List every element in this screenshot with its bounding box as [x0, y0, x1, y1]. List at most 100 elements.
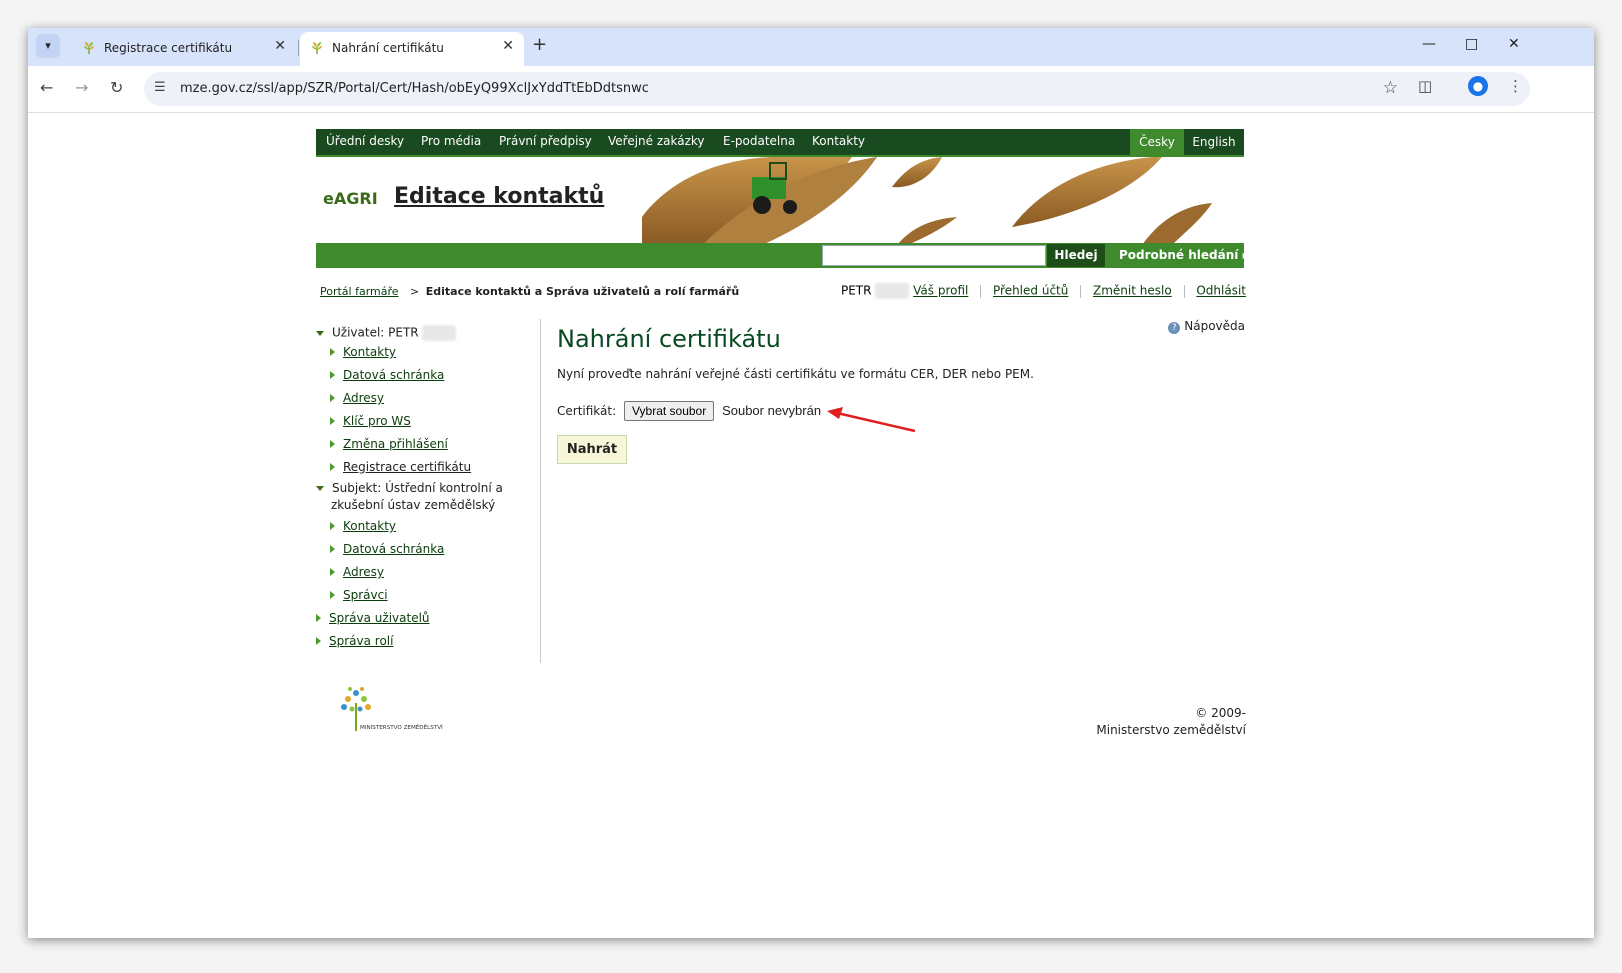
- divider: [1080, 284, 1082, 298]
- menu-item-label[interactable]: Správa rolí: [329, 634, 393, 648]
- content-title: Nahrání certifikátu: [557, 325, 781, 353]
- menu-item-zmena-prihlaseni[interactable]: Změna přihlášení: [330, 437, 448, 451]
- arrow-right-icon[interactable]: →: [75, 78, 88, 97]
- eagri-logo[interactable]: eAGRI: [323, 189, 378, 208]
- lang-cesky[interactable]: Česky: [1130, 129, 1184, 155]
- url-text[interactable]: mze.gov.cz/ssl/app/SZR/Portal/Cert/Hash/…: [180, 81, 649, 96]
- advanced-search-link[interactable]: Podrobné hledání ▸: [1119, 248, 1249, 262]
- menu-item-label[interactable]: Datová schránka: [343, 368, 444, 382]
- file-status: Soubor nevybrán: [722, 403, 822, 418]
- arrow-left-icon[interactable]: ←: [40, 78, 53, 97]
- minimize-icon[interactable]: —: [1422, 36, 1436, 52]
- close-icon[interactable]: ✕: [502, 38, 514, 54]
- menu-item-label[interactable]: Správa uživatelů: [329, 611, 430, 625]
- menu-subject-section[interactable]: Subjekt: Ústřední kontrolní a: [316, 481, 503, 495]
- close-icon[interactable]: ✕: [274, 38, 286, 54]
- menu-item-label[interactable]: Registrace certifikátu: [343, 460, 471, 474]
- nav-e-podatelna[interactable]: E-podatelna: [723, 134, 795, 148]
- menu-item-datova-schranka[interactable]: Datová schránka: [330, 368, 444, 382]
- breadcrumb-current: Editace kontaktů a Správa uživatelů a ro…: [425, 285, 740, 298]
- menu-item-datova-schranka-subjekt[interactable]: Datová schránka: [330, 542, 444, 556]
- tab-search-button[interactable]: ▾: [36, 34, 60, 58]
- redacted-name: [875, 283, 910, 299]
- user-name: PETR: [840, 283, 872, 298]
- menu-item-spravci[interactable]: Správci: [330, 588, 388, 602]
- link-zmenit-heslo[interactable]: Změnit heslo: [1093, 284, 1172, 298]
- nav-uredni-desky[interactable]: Úřední desky: [326, 134, 404, 148]
- subject-label-line-2: zkušební ústav zemědělský: [331, 498, 495, 512]
- annotation-arrow-icon: [827, 407, 916, 433]
- caret-right-icon: [316, 614, 321, 622]
- menu-item-label[interactable]: Kontakty: [343, 519, 396, 533]
- choose-file-button[interactable]: Vybrat soubor: [623, 401, 715, 421]
- copyright-year: © 2009-: [1195, 706, 1246, 720]
- menu-item-label[interactable]: Adresy: [343, 391, 384, 405]
- plus-icon[interactable]: +: [532, 34, 547, 55]
- menu-item-registrace-certifikatu[interactable]: Registrace certifikátu: [330, 460, 471, 474]
- footer-logo-text: MINISTERSTVO ZEMĚDĚLSTVÍ: [360, 723, 443, 731]
- tab-nahrani-certifikatu[interactable]: Nahrání certifikátu ✕: [300, 32, 524, 66]
- reload-icon[interactable]: ↻: [110, 78, 123, 97]
- kebab-menu-icon[interactable]: ⋮: [1508, 77, 1523, 95]
- ministry-tree-logo: MINISTERSTVO ZEMĚDĚLSTVÍ: [341, 687, 443, 731]
- help-icon: ?: [1168, 322, 1181, 334]
- nav-pro-media[interactable]: Pro média: [421, 134, 481, 148]
- menu-divider: [540, 319, 541, 663]
- breadcrumb: Portál farmáře > Editace kontaktů a Sprá…: [320, 285, 739, 298]
- link-odhlasit[interactable]: Odhlásit: [1196, 284, 1246, 298]
- menu-item-label[interactable]: Klíč pro WS: [343, 414, 411, 428]
- close-window-icon[interactable]: ✕: [1508, 36, 1520, 52]
- upload-button[interactable]: Nahrát: [557, 435, 627, 464]
- tab-registrace-certifikatu[interactable]: Registrace certifikátu ✕: [72, 32, 296, 66]
- puzzle-icon[interactable]: ◫: [1418, 77, 1432, 95]
- copyright-org: Ministerstvo zemědělství: [1096, 723, 1246, 737]
- caret-right-icon: [330, 568, 335, 576]
- tab-title: Nahrání certifikátu: [332, 41, 444, 55]
- menu-item-sprava-uzivatelu[interactable]: Správa uživatelů: [316, 611, 430, 625]
- menu-user-section[interactable]: Uživatel: PETR: [316, 325, 457, 341]
- search-input[interactable]: [822, 245, 1046, 266]
- menu-item-kontakty[interactable]: Kontakty: [330, 345, 396, 359]
- menu-item-kontakty-subjekt[interactable]: Kontakty: [330, 519, 396, 533]
- link-prehled-uctu[interactable]: Přehled účtů: [993, 284, 1068, 298]
- page-title[interactable]: Editace kontaktů: [394, 184, 604, 209]
- address-bar[interactable]: ☰ mze.gov.cz/ssl/app/SZR/Portal/Cert/Has…: [144, 72, 1530, 106]
- certificate-file-row: Certifikát: Vybrat soubor Soubor nevybrá…: [557, 401, 821, 421]
- menu-item-klic-pro-ws[interactable]: Klíč pro WS: [330, 414, 411, 428]
- search-button[interactable]: Hledej: [1047, 244, 1105, 267]
- help-link[interactable]: ? Nápověda: [1168, 319, 1245, 334]
- breadcrumb-portal-farmare[interactable]: Portál farmáře: [320, 285, 399, 298]
- maximize-icon[interactable]: □: [1465, 36, 1478, 52]
- menu-item-sprava-roli[interactable]: Správa rolí: [316, 634, 393, 648]
- divider: [1183, 284, 1185, 298]
- top-navigation: Úřední desky Pro média Právní předpisy V…: [316, 129, 1244, 155]
- advanced-search-label: Podrobné hledání: [1119, 248, 1239, 262]
- lang-english[interactable]: English: [1184, 129, 1244, 155]
- menu-item-label[interactable]: Datová schránka: [343, 542, 444, 556]
- menu-item-label[interactable]: Správci: [343, 588, 388, 602]
- help-label: Nápověda: [1184, 319, 1245, 333]
- tab-separator: [298, 40, 299, 56]
- menu-item-adresy[interactable]: Adresy: [330, 391, 384, 405]
- page-viewport: Úřední desky Pro média Právní předpisy V…: [28, 113, 1594, 938]
- menu-item-label[interactable]: Kontakty: [343, 345, 396, 359]
- tab-title: Registrace certifikátu: [104, 41, 233, 55]
- caret-right-icon: [330, 394, 335, 402]
- divider: [980, 284, 982, 298]
- menu-item-label[interactable]: Změna přihlášení: [343, 437, 448, 451]
- star-icon[interactable]: ☆: [1383, 78, 1398, 98]
- caret-right-icon: [330, 440, 335, 448]
- tab-strip: ▾ Registrace certifikátu ✕ Nahrání certi…: [28, 28, 1594, 66]
- nav-verejne-zakazky[interactable]: Veřejné zakázky: [608, 134, 705, 148]
- menu-item-adresy-subjekt[interactable]: Adresy: [330, 565, 384, 579]
- link-vas-profil[interactable]: Váš profil: [913, 284, 968, 298]
- caret-right-icon: [330, 591, 335, 599]
- chevron-right-icon: ▸: [1242, 248, 1249, 262]
- nav-pravni-predpisy[interactable]: Právní předpisy: [499, 134, 592, 148]
- person-icon[interactable]: ●: [1468, 76, 1488, 96]
- caret-right-icon: [330, 371, 335, 379]
- menu-item-label[interactable]: Adresy: [343, 565, 384, 579]
- nav-kontakty[interactable]: Kontakty: [812, 134, 865, 148]
- wheat-icon: [84, 42, 94, 54]
- tune-icon[interactable]: ☰: [154, 80, 166, 95]
